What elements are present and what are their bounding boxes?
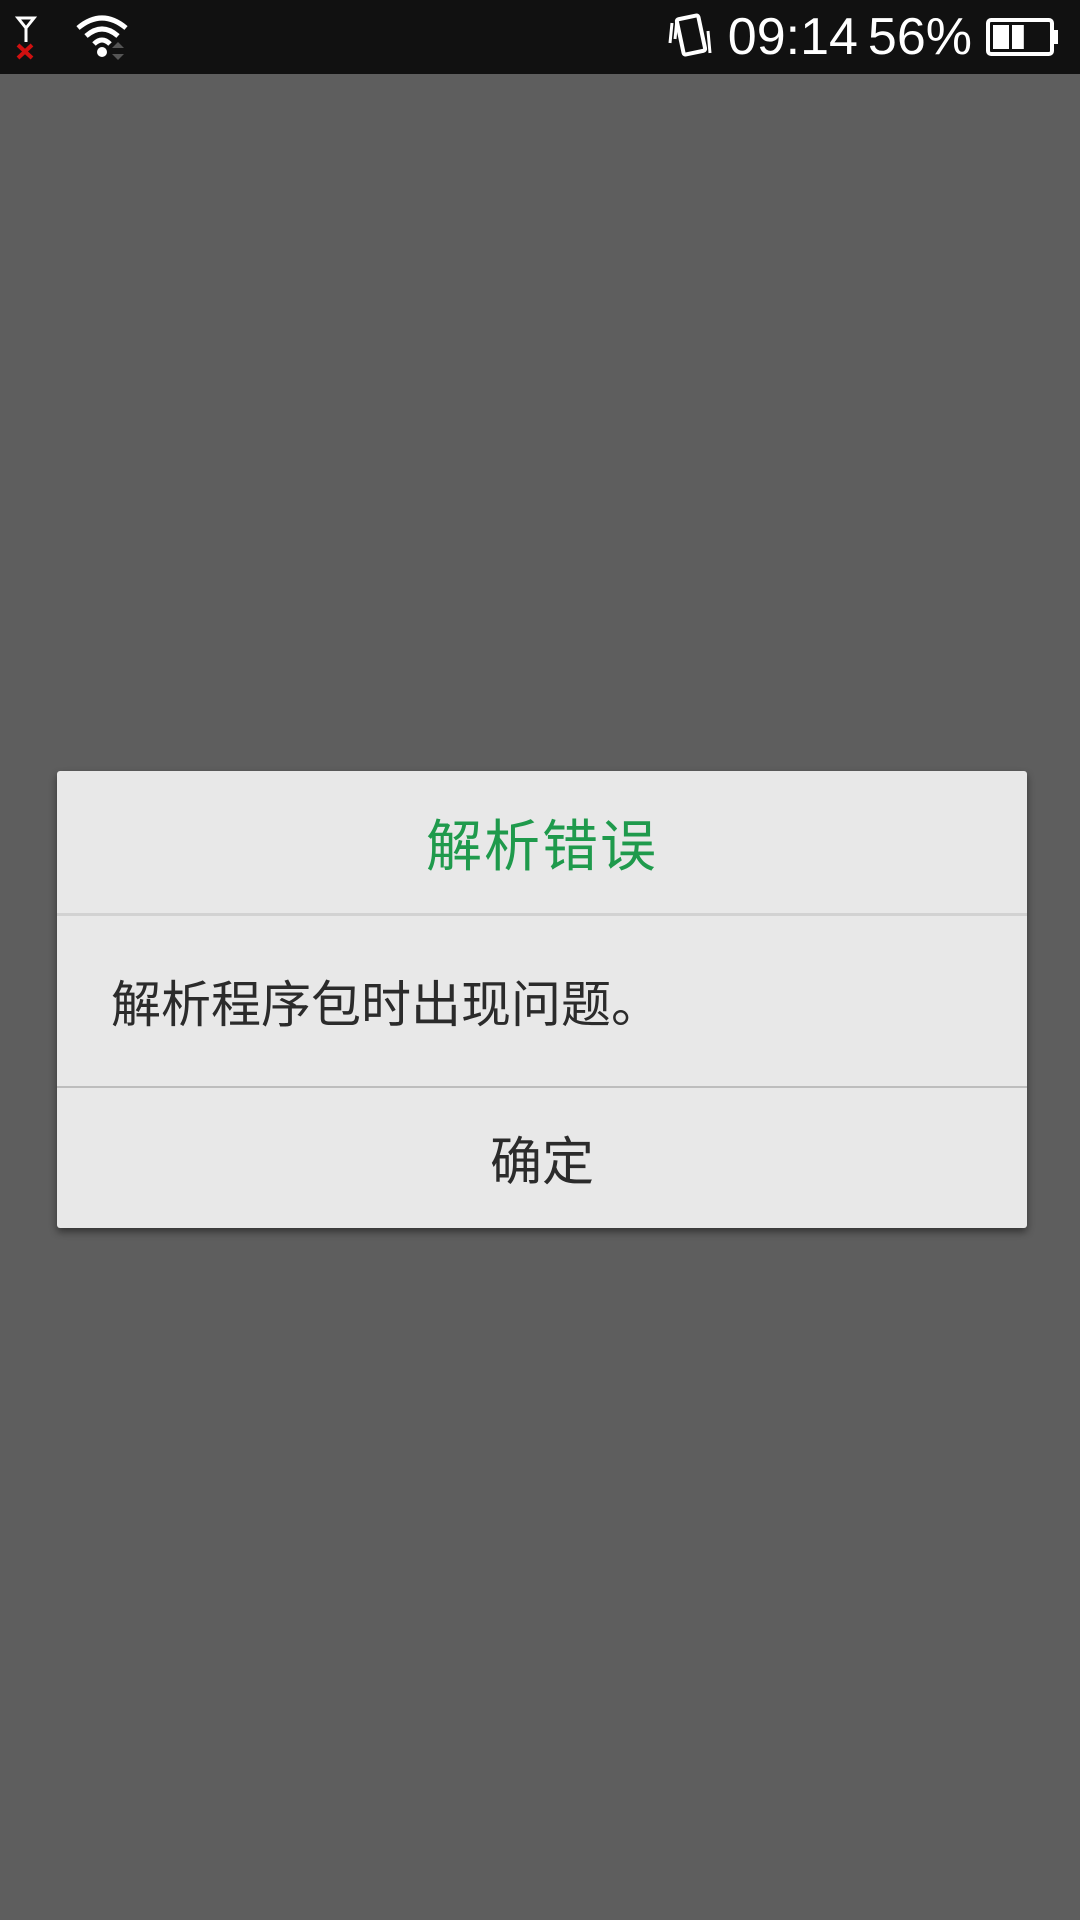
battery-segment [1012,25,1024,49]
parse-error-dialog: 解析错误 解析程序包时出现问题。 确定 [57,771,1027,1228]
dialog-title: 解析错误 [57,771,1027,916]
battery-fill [993,25,1024,49]
battery-percent: 56% [867,8,972,66]
ok-button[interactable]: 确定 [57,1088,1027,1226]
dialog-message: 解析程序包时出现问题。 [57,916,1027,1088]
no-signal-icon [14,16,38,60]
status-bar: 09:14 56% [0,0,1080,74]
status-left [14,12,154,64]
status-time: 09:14 [727,8,858,66]
vibrate-icon [668,13,712,57]
status-left-icons [14,15,128,60]
wifi-icon [76,15,128,60]
status-right: 09:14 56% [666,0,1060,74]
battery-icon [986,18,1058,56]
battery-segment [993,25,1009,49]
